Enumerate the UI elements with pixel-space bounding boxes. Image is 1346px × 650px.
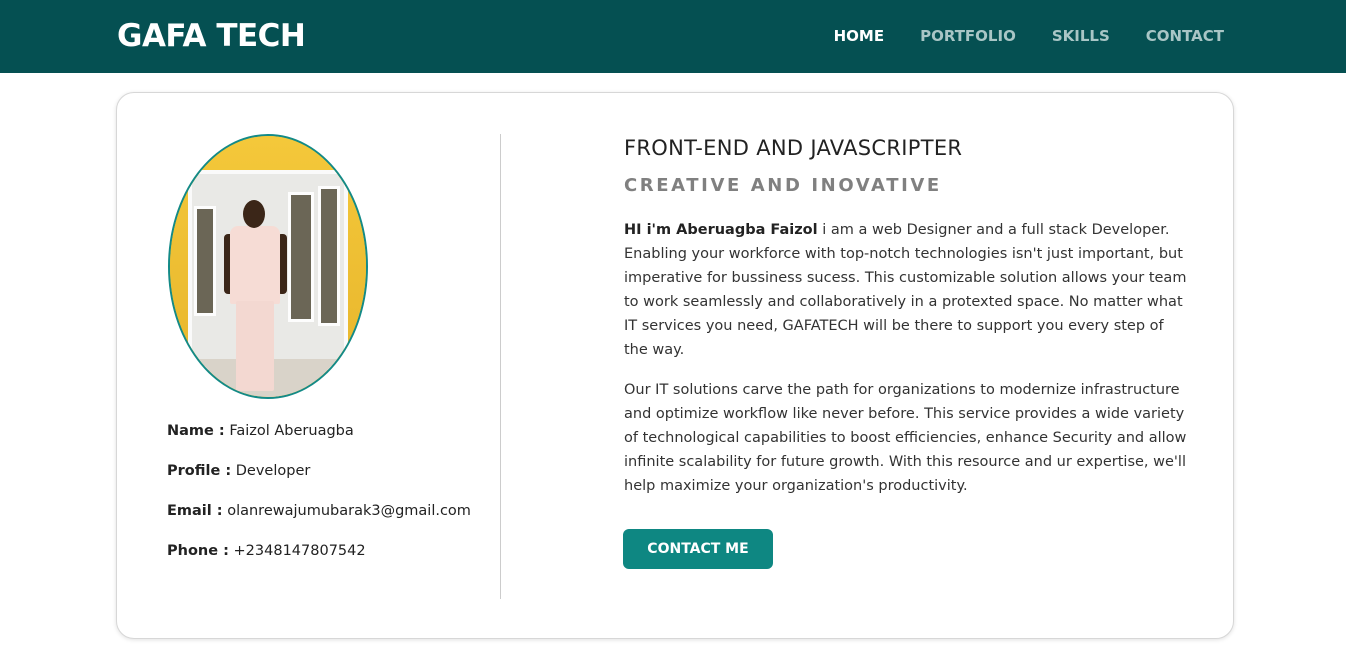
email-value: olanrewajumubarak3@gmail.com <box>227 503 471 519</box>
top-navbar: GAFA TECH HOME PORTFOLIO SKILLS CONTACT <box>0 0 1346 73</box>
info-phone: Phone : +2348147807542 <box>167 541 366 561</box>
profile-value: Developer <box>235 463 311 479</box>
intro-paragraph: HI i'm Aberuagba Faizol i am a web Desig… <box>624 218 1189 362</box>
brand-logo[interactable]: GAFA TECH <box>117 16 306 56</box>
phone-value: +2348147807542 <box>233 543 366 559</box>
nav-portfolio[interactable]: PORTFOLIO <box>920 26 1016 46</box>
info-profile: Profile : Developer <box>167 461 310 481</box>
nav-links: HOME PORTFOLIO SKILLS CONTACT <box>798 26 1224 46</box>
subheadline: CREATIVE AND INOVATIVE <box>624 175 942 196</box>
profile-photo <box>168 134 368 399</box>
vertical-divider <box>500 134 501 599</box>
info-email: Email : olanrewajumubarak3@gmail.com <box>167 501 471 521</box>
intro-rest: i am a web Designer and a full stack Dev… <box>624 222 1187 358</box>
info-name: Name : Faizol Aberuagba <box>167 421 354 441</box>
email-label: Email : <box>167 503 223 519</box>
intro-bold: HI i'm Aberuagba Faizol <box>624 222 818 238</box>
name-value: Faizol Aberuagba <box>229 423 354 439</box>
contact-me-button[interactable]: CONTACT ME <box>623 529 773 569</box>
nav-skills[interactable]: SKILLS <box>1052 26 1110 46</box>
name-label: Name : <box>167 423 225 439</box>
nav-home[interactable]: HOME <box>834 26 884 46</box>
nav-contact[interactable]: CONTACT <box>1146 26 1224 46</box>
headline: FRONT-END AND JAVASCRIPTER <box>624 136 963 160</box>
phone-label: Phone : <box>167 543 229 559</box>
second-paragraph: Our IT solutions carve the path for orga… <box>624 382 1187 494</box>
profile-label: Profile : <box>167 463 232 479</box>
profile-card: Name : Faizol Aberuagba Profile : Develo… <box>116 92 1234 639</box>
